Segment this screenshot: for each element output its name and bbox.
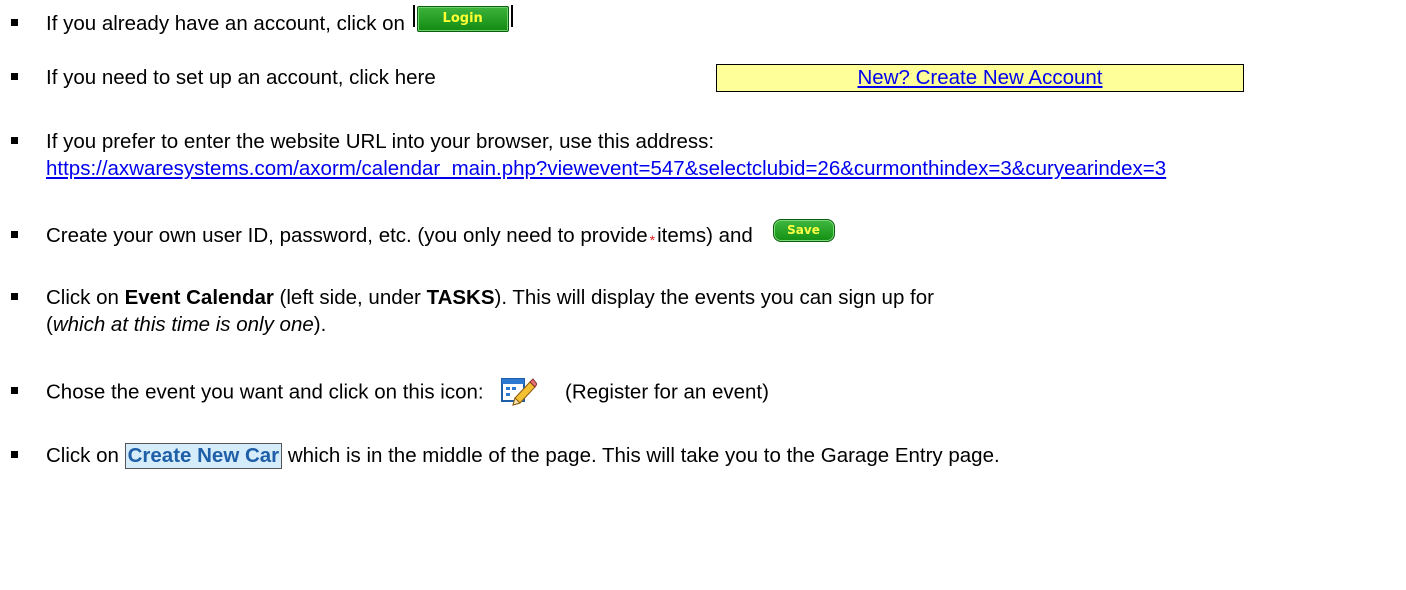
bullet <box>11 231 18 238</box>
step-text: Chose the event you want and click on th… <box>46 378 1400 408</box>
bullet <box>11 19 18 26</box>
text: (left side, under <box>273 286 427 309</box>
text: Click on <box>46 286 125 309</box>
create-account-instruction: If you need to set up an account, click … <box>46 66 436 89</box>
register-event-icon[interactable] <box>501 376 538 406</box>
create-new-car-button[interactable]: Create New Car <box>124 443 283 469</box>
bullet <box>11 451 18 458</box>
bullet <box>11 73 18 80</box>
bullet <box>11 293 18 300</box>
step-text: If you prefer to enter the website URL i… <box>46 128 1400 182</box>
tasks-label: TASKS <box>426 286 495 309</box>
text: ). This will display the events you can … <box>494 286 934 309</box>
url-instruction: If you prefer to enter the website URL i… <box>46 130 715 153</box>
save-button[interactable]: Save <box>772 219 835 243</box>
create-new-account-link[interactable]: New? Create New Account <box>858 66 1103 89</box>
create-user-text: Create your own user ID, password, etc. … <box>46 224 648 247</box>
create-user-text-end: items) and <box>657 224 753 247</box>
text: ). <box>313 313 327 336</box>
login-instruction: If you already have an account, click on <box>46 12 405 35</box>
login-button[interactable]: Login <box>412 4 513 32</box>
required-star-icon: * <box>649 232 656 248</box>
event-url-link[interactable]: https://axwaresystems.com/axorm/calendar… <box>46 157 1166 180</box>
text: ( <box>46 313 53 336</box>
bullet <box>11 387 18 394</box>
step-text: If you already have an account, click on… <box>46 4 1400 38</box>
step-text: Click on Create New Car which is in the … <box>46 442 1400 469</box>
register-hint: (Register for an event) <box>565 380 769 404</box>
new-account-box: New? Create New Account <box>716 64 1244 92</box>
step-text: Click on Event Calendar (left side, unde… <box>46 284 1400 338</box>
step-text: Create your own user ID, password, etc. … <box>46 219 1400 254</box>
register-instruction: Chose the event you want and click on th… <box>46 380 484 404</box>
event-calendar-label: Event Calendar <box>124 286 274 309</box>
bullet <box>11 137 18 144</box>
text: which is in the middle of the page. This… <box>282 444 1000 467</box>
note-italic: which at this time is only one <box>52 313 314 336</box>
text: Click on <box>46 444 125 467</box>
